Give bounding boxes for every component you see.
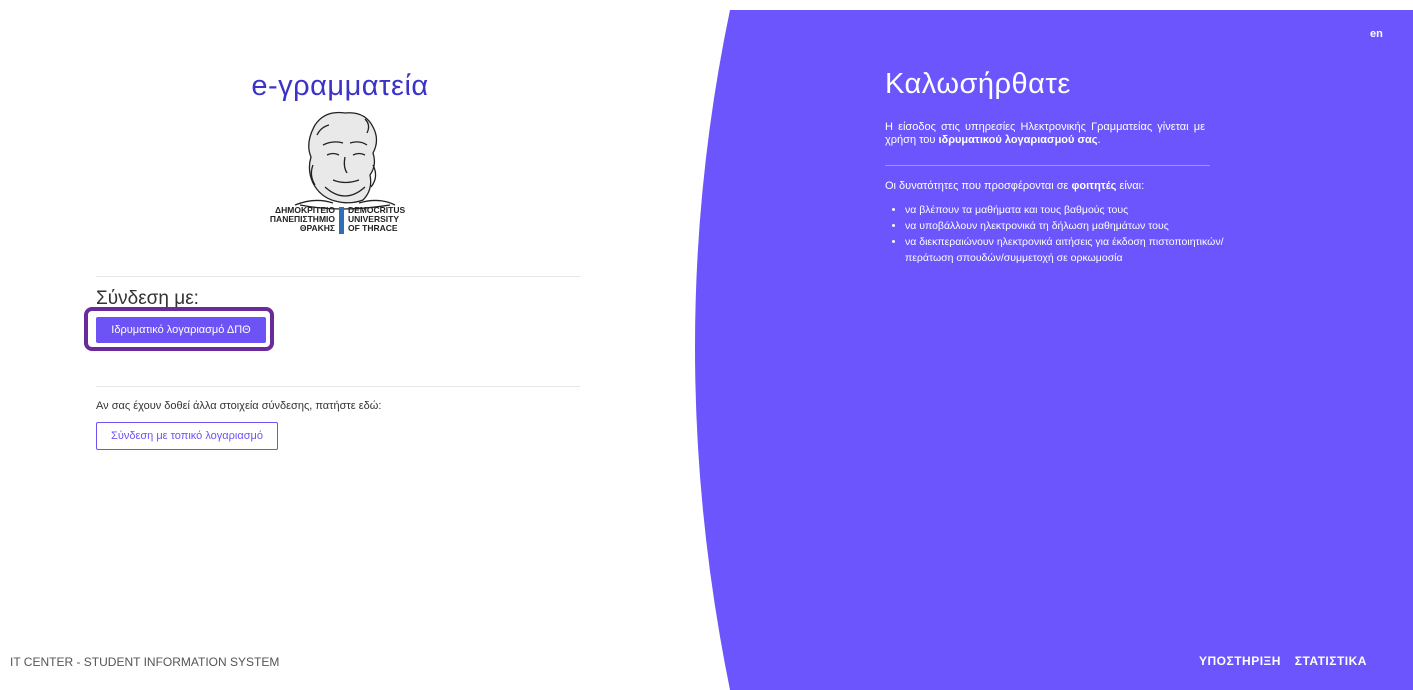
logo-divider-bar — [339, 207, 344, 234]
intro-bold: ιδρυματικού λογαριασμού σας — [938, 134, 1098, 146]
intro-suffix: . — [1097, 134, 1101, 146]
features-lead-suffix: είναι: — [1116, 180, 1145, 192]
features-lead: Οι δυνατότητες που προσφέρονται σε φοιτη… — [885, 180, 1225, 192]
list-item: να υποβάλλουν ηλεκτρονικά τη δήλωση μαθη… — [905, 218, 1225, 234]
local-account-button[interactable]: Σύνδεση με τοπικό λογαριασμό — [96, 422, 278, 450]
support-link[interactable]: ΥΠΟΣΤΗΡΙΞΗ — [1199, 654, 1281, 668]
logo-greek-line-3: ΘΡΑΚΗΣ — [299, 223, 335, 233]
logo-english-line-3: OF THRACE — [348, 223, 398, 233]
login-panel: e-γραμματεία ΔΗΜΟΚΡΙΤΕΙΟ ΠΑΝΕΠΙΣΤΗΜΙΟ ΘΡ… — [0, 0, 700, 690]
divider — [885, 165, 1210, 166]
list-item: να διεκπεραιώνουν ηλεκτρονικά αιτήσεις γ… — [905, 234, 1225, 266]
footer-system-name: IT CENTER - STUDENT INFORMATION SYSTEM — [10, 655, 280, 669]
features-lead-bold: φοιτητές — [1071, 180, 1117, 192]
institutional-account-button[interactable]: Ιδρυματικό λογαριασμό ΔΠΘ — [96, 317, 266, 343]
language-switch[interactable]: en — [1370, 28, 1383, 40]
statistics-link[interactable]: ΣΤΑΤΙΣΤΙΚΑ — [1295, 654, 1367, 668]
features-list: να βλέπουν τα μαθήματα και τους βαθμούς … — [890, 202, 1225, 266]
welcome-heading: Καλωσήρθατε — [885, 68, 1071, 100]
features-lead-prefix: Οι δυνατότητες που προσφέρονται σε — [885, 180, 1072, 192]
list-item: να βλέπουν τα μαθήματα και τους βαθμούς … — [905, 202, 1225, 218]
university-name-logotype: ΔΗΜΟΚΡΙΤΕΙΟ ΠΑΝΕΠΙΣΤΗΜΙΟ ΘΡΑΚΗΣ DEMOCRIT… — [255, 206, 425, 242]
footer-links: ΥΠΟΣΤΗΡΙΞΗ ΣΤΑΤΙΣΤΙΚΑ — [1199, 654, 1367, 668]
other-credentials-text: Αν σας έχουν δοθεί άλλα στοιχεία σύνδεση… — [96, 400, 382, 412]
app-title: e-γραμματεία — [251, 70, 429, 102]
divider — [96, 386, 580, 387]
divider — [96, 276, 580, 277]
intro-text: Η είσοδος στις υπηρεσίες Ηλεκτρονικής Γρ… — [885, 121, 1205, 147]
